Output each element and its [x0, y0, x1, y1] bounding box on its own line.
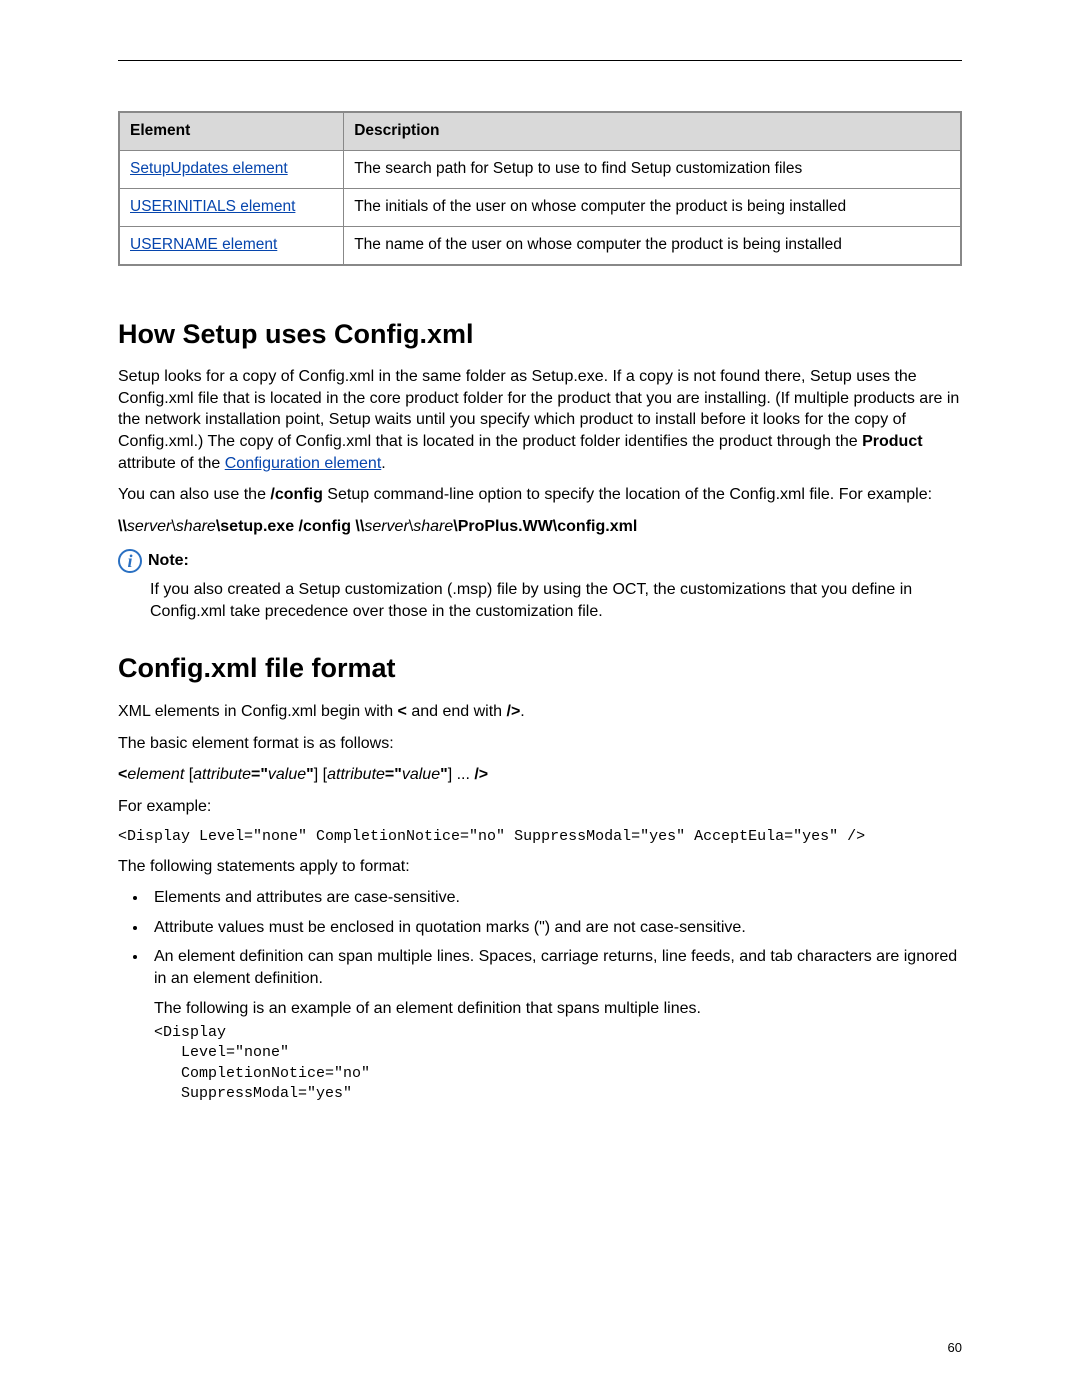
- fmt: [: [184, 766, 193, 783]
- cmd-part: server: [364, 518, 408, 535]
- text: An element definition can span multiple …: [154, 948, 957, 987]
- paragraph: Setup looks for a copy of Config.xml in …: [118, 366, 962, 474]
- heading-how-setup-uses-config: How Setup uses Config.xml: [118, 316, 962, 352]
- fmt: value: [268, 766, 306, 783]
- list-item: Attribute values must be enclosed in quo…: [148, 917, 962, 939]
- text-bold: /config: [270, 486, 322, 503]
- th-description: Description: [344, 112, 961, 150]
- table-row: USERINITIALS element The initials of the…: [119, 188, 961, 226]
- th-element: Element: [119, 112, 344, 150]
- paragraph: You can also use the /config Setup comma…: [118, 484, 962, 506]
- heading-config-file-format: Config.xml file format: [118, 650, 962, 686]
- text: Setup command-line option to specify the…: [323, 486, 932, 503]
- fmt: value: [402, 766, 440, 783]
- elements-table: Element Description SetupUpdates element…: [118, 111, 962, 266]
- fmt: element: [127, 766, 184, 783]
- cmd-part: \ProPlus.WW\config.xml: [453, 518, 637, 535]
- note-header: i Note:: [118, 549, 962, 573]
- fmt: />: [474, 766, 488, 783]
- code-example-2: <Display Level="none" CompletionNotice="…: [154, 1023, 962, 1104]
- info-icon: i: [118, 549, 142, 573]
- fmt: ": [306, 766, 314, 783]
- text-bold: Product: [862, 433, 922, 450]
- list-item: An element definition can span multiple …: [148, 946, 962, 1104]
- fmt: ] ...: [448, 766, 475, 783]
- note-label: Note:: [148, 550, 189, 572]
- format-bullets: Elements and attributes are case-sensiti…: [118, 887, 962, 1104]
- page-number: 60: [948, 1339, 962, 1357]
- cmd-part: \setup.exe /config \\: [216, 518, 364, 535]
- fmt: <: [118, 766, 127, 783]
- command-line: \\server\share\setup.exe /config \\serve…: [118, 516, 962, 538]
- page: Element Description SetupUpdates element…: [0, 0, 1080, 1397]
- text: attribute of the: [118, 455, 225, 472]
- table-row: USERNAME element The name of the user on…: [119, 226, 961, 264]
- cmd-part: server: [127, 518, 171, 535]
- link-userinitials[interactable]: USERINITIALS element: [130, 198, 295, 215]
- text-bold: />: [507, 703, 521, 720]
- fmt: ": [440, 766, 448, 783]
- fmt: attribute: [327, 766, 385, 783]
- paragraph: For example:: [118, 796, 962, 818]
- link-configuration-element[interactable]: Configuration element: [225, 455, 382, 472]
- cmd-part: \\: [118, 518, 127, 535]
- paragraph: The basic element format is as follows:: [118, 733, 962, 755]
- code-example-1: <Display Level="none" CompletionNotice="…: [118, 827, 962, 847]
- link-setupupdates[interactable]: SetupUpdates element: [130, 160, 288, 177]
- text: .: [381, 455, 385, 472]
- table-row: SetupUpdates element The search path for…: [119, 150, 961, 188]
- text: .: [520, 703, 524, 720]
- td-desc: The search path for Setup to use to find…: [344, 150, 961, 188]
- td-desc: The initials of the user on whose comput…: [344, 188, 961, 226]
- link-username[interactable]: USERNAME element: [130, 236, 277, 253]
- fmt: attribute: [193, 766, 251, 783]
- top-rule: [118, 60, 962, 61]
- text: The following is an example of an elemen…: [154, 998, 962, 1020]
- list-item: Elements and attributes are case-sensiti…: [148, 887, 962, 909]
- text: and end with: [407, 703, 507, 720]
- fmt: ] [: [314, 766, 327, 783]
- paragraph: XML elements in Config.xml begin with < …: [118, 701, 962, 723]
- paragraph: The following statements apply to format…: [118, 856, 962, 878]
- note-body: If you also created a Setup customizatio…: [150, 579, 962, 622]
- td-desc: The name of the user on whose computer t…: [344, 226, 961, 264]
- cmd-part: share: [413, 518, 453, 535]
- cmd-part: share: [176, 518, 216, 535]
- text: You can also use the: [118, 486, 270, 503]
- element-format: <element [attribute="value"] [attribute=…: [118, 764, 962, 786]
- text: Setup looks for a copy of Config.xml in …: [118, 368, 959, 450]
- fmt: =": [251, 766, 268, 783]
- fmt: =": [385, 766, 402, 783]
- text-bold: <: [398, 703, 407, 720]
- text: XML elements in Config.xml begin with: [118, 703, 398, 720]
